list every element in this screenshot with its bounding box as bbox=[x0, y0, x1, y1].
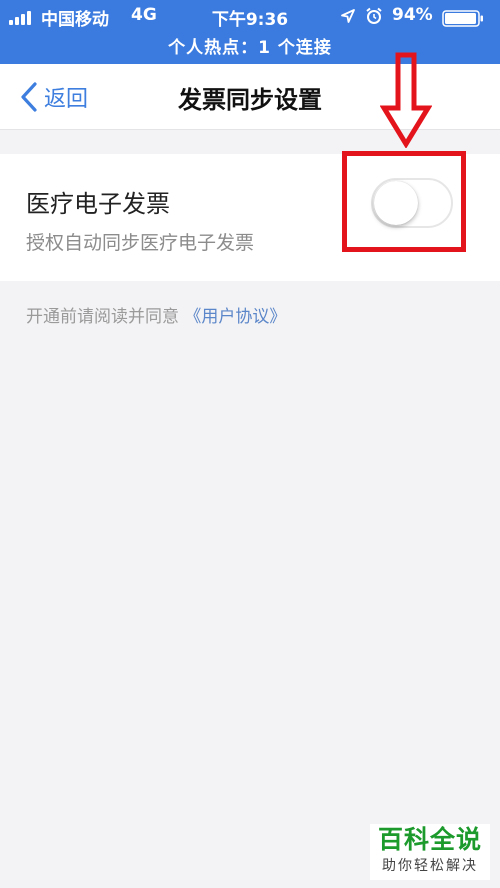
location-icon bbox=[341, 9, 355, 23]
battery-icon bbox=[442, 10, 483, 27]
watermark-title: 百科全说 bbox=[377, 825, 482, 854]
setting-subtitle: 授权自动同步医疗电子发票 bbox=[26, 232, 255, 254]
setting-title: 医疗电子发票 bbox=[26, 190, 170, 218]
watermark-logo: 百科全说 助你轻松解决 bbox=[370, 824, 490, 880]
down-arrow-icon bbox=[380, 52, 432, 148]
watermark-subtitle: 助你轻松解决 bbox=[382, 858, 478, 874]
battery-percent: 94% bbox=[392, 5, 433, 25]
highlight-box bbox=[342, 151, 466, 252]
user-agreement-link[interactable]: 《用户协议》 bbox=[184, 307, 286, 327]
alarm-icon bbox=[366, 7, 382, 24]
status-row: 中国移动 4G 下午9:36 94% bbox=[0, 4, 500, 30]
agreement-prefix: 开通前请阅读并同意 bbox=[26, 307, 179, 327]
agreement-notice: 开通前请阅读并同意 《用户协议》 bbox=[26, 302, 286, 327]
